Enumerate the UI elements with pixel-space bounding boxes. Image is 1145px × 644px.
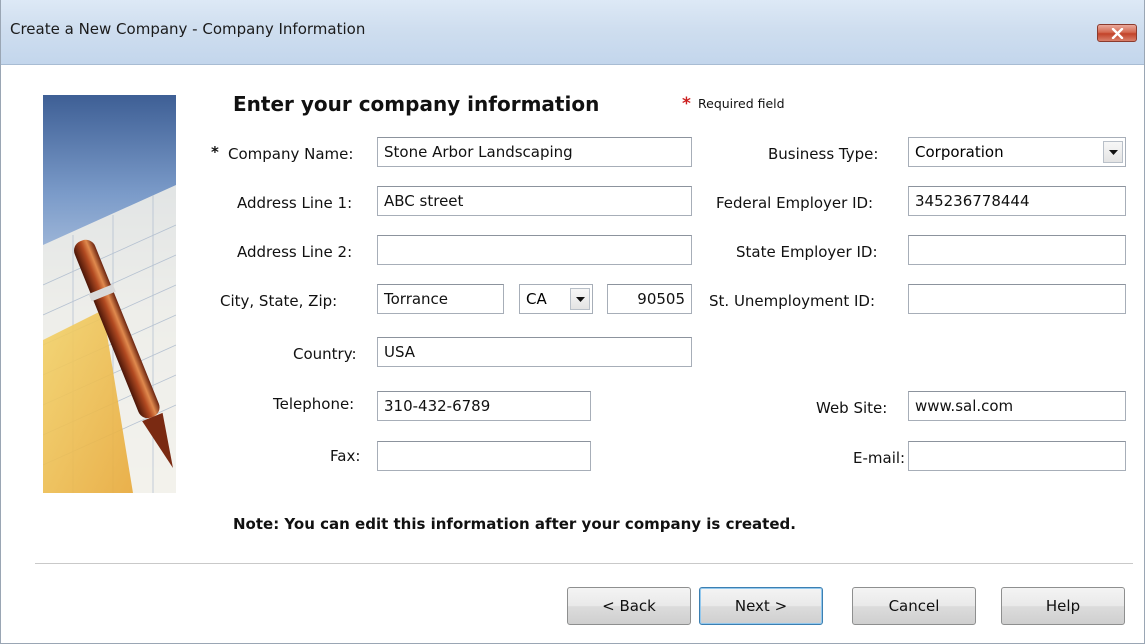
dialog-content: Enter your company information * Require… <box>1 65 1144 643</box>
state-select[interactable]: CA <box>519 284 593 314</box>
state-dropdown-button[interactable] <box>570 288 590 310</box>
address-line-2-field[interactable] <box>377 235 692 265</box>
dialog-window: Create a New Company - Company Informati… <box>0 0 1145 644</box>
state-select-value: CA <box>526 290 547 308</box>
state-employer-id-label: State Employer ID: <box>736 243 878 261</box>
email-label: E-mail: <box>853 449 906 467</box>
required-field-label: Required field <box>698 96 785 111</box>
chevron-down-icon <box>1109 150 1118 155</box>
address-line-1-label: Address Line 1: <box>237 194 353 212</box>
city-state-zip-label: City, State, Zip: <box>220 292 338 310</box>
telephone-label: Telephone: <box>273 395 355 413</box>
fax-field[interactable] <box>377 441 591 471</box>
pen-document-image <box>43 95 176 493</box>
federal-employer-id-field[interactable]: 345236778444 <box>908 186 1126 216</box>
st-unemployment-id-label: St. Unemployment ID: <box>709 292 876 310</box>
help-button[interactable]: Help <box>1001 587 1125 625</box>
federal-employer-id-label: Federal Employer ID: <box>716 194 874 212</box>
separator-line <box>35 563 1133 565</box>
telephone-field[interactable]: 310-432-6789 <box>377 391 591 421</box>
business-type-select[interactable]: Corporation <box>908 137 1126 167</box>
fax-label: Fax: <box>330 447 361 465</box>
city-field[interactable]: Torrance <box>377 284 504 314</box>
zip-field[interactable]: 90505 <box>607 284 692 314</box>
email-field[interactable] <box>908 441 1126 471</box>
close-x-icon <box>1111 28 1124 39</box>
website-field[interactable]: www.sal.com <box>908 391 1126 421</box>
business-type-label: Business Type: <box>768 145 879 163</box>
country-label: Country: <box>293 345 357 363</box>
company-name-required-star: * <box>211 143 219 161</box>
close-button[interactable] <box>1097 24 1137 42</box>
company-name-label: Company Name: <box>228 145 354 163</box>
website-label: Web Site: <box>816 399 888 417</box>
company-name-field[interactable]: Stone Arbor Landscaping <box>377 137 692 167</box>
chevron-down-icon <box>576 297 585 302</box>
next-button[interactable]: Next > <box>699 587 823 625</box>
required-star: * <box>682 94 691 114</box>
state-employer-id-field[interactable] <box>908 235 1126 265</box>
window-title: Create a New Company - Company Informati… <box>10 20 366 38</box>
title-bar: Create a New Company - Company Informati… <box>1 0 1144 65</box>
back-button[interactable]: < Back <box>567 587 691 625</box>
business-type-value: Corporation <box>915 143 1004 161</box>
edit-note: Note: You can edit this information afte… <box>233 515 796 533</box>
address-line-1-field[interactable]: ABC street <box>377 186 692 216</box>
cancel-button[interactable]: Cancel <box>852 587 976 625</box>
business-type-dropdown-button[interactable] <box>1103 141 1123 163</box>
st-unemployment-id-field[interactable] <box>908 284 1126 314</box>
address-line-2-label: Address Line 2: <box>237 243 353 261</box>
page-heading: Enter your company information <box>233 92 600 116</box>
country-field[interactable]: USA <box>377 337 692 367</box>
